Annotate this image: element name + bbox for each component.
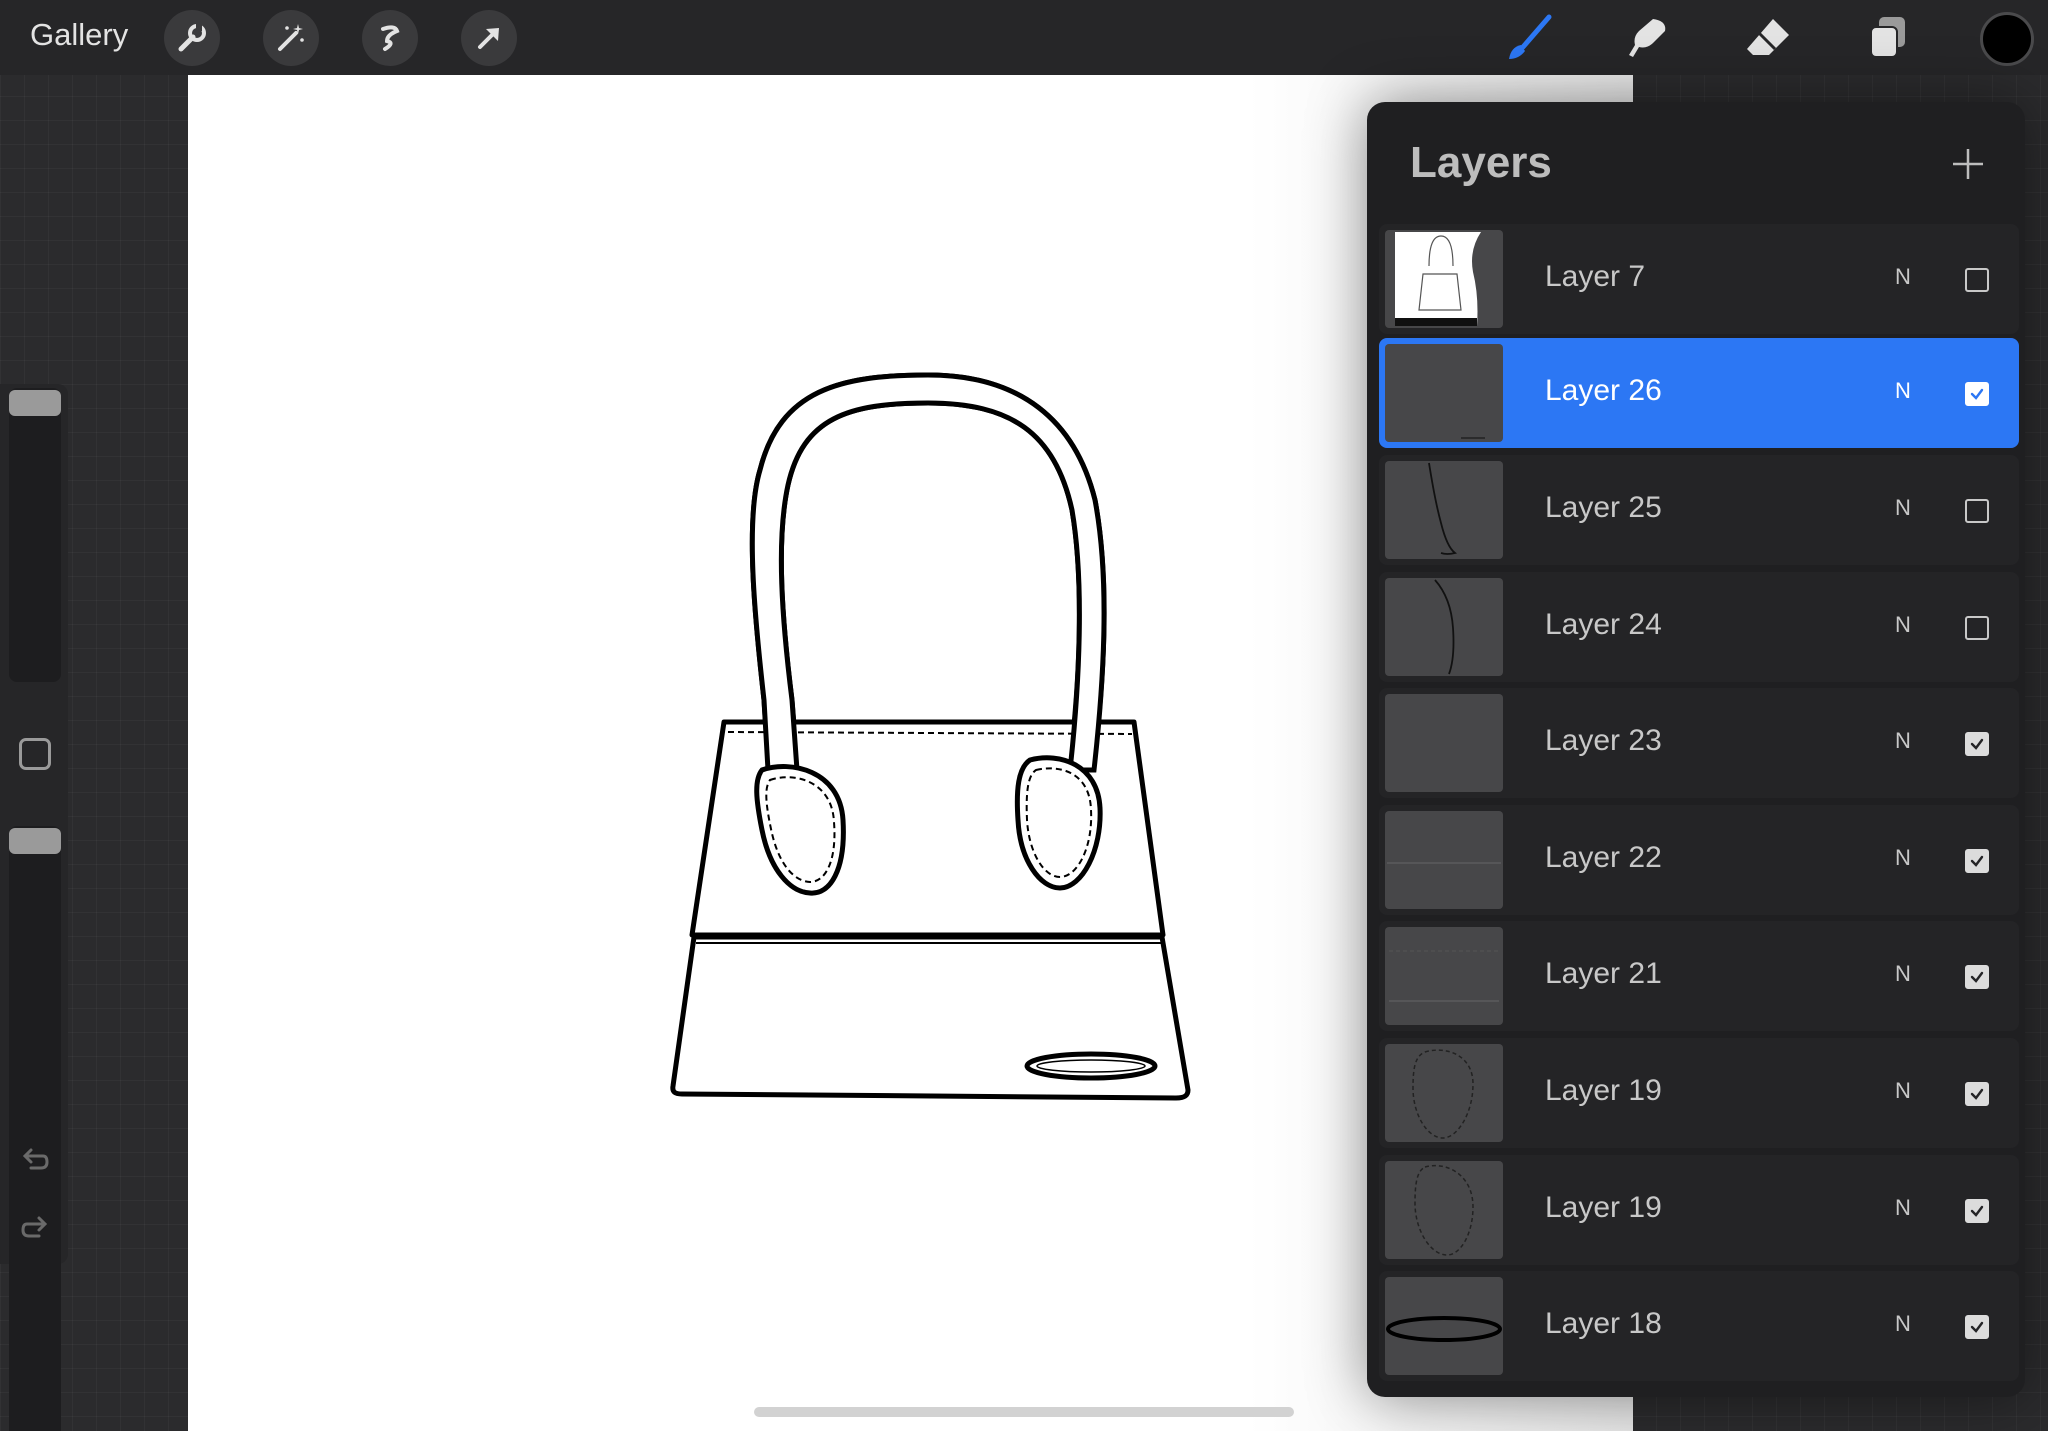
brush-size-handle[interactable] [9,390,61,416]
layer-row[interactable]: Layer 21 N [1379,921,2019,1031]
undo-icon[interactable] [19,1144,51,1176]
smudge-icon[interactable] [1620,10,1676,66]
layer-thumbnail [1385,230,1503,328]
layer-name: Layer 19 [1545,1191,1662,1224]
top-toolbar: Gallery [0,0,2048,75]
layer-row[interactable]: Layer 18 N [1379,1271,2019,1381]
layer-name: Layer 23 [1545,724,1662,757]
layer-thumbnail [1385,927,1503,1025]
layer-visibility-checkbox[interactable] [1965,732,1989,756]
layer-visibility-checkbox[interactable] [1965,1199,1989,1223]
layer-name: Layer 25 [1545,491,1662,524]
layer-thumbnail [1385,1277,1503,1375]
layer-name: Layer 22 [1545,841,1662,874]
gallery-button[interactable]: Gallery [30,17,128,53]
wrench-icon[interactable] [164,10,220,66]
layer-visibility-checkbox[interactable] [1965,616,1989,640]
blend-mode-button[interactable]: N [1895,961,1911,987]
layer-thumbnail [1385,461,1503,559]
layer-row[interactable]: Layer 25 N [1379,455,2019,565]
layer-thumbnail [1385,1161,1503,1259]
add-layer-button[interactable] [1942,138,1994,190]
eraser-icon[interactable] [1740,10,1796,66]
layer-visibility-checkbox[interactable] [1965,499,1989,523]
layer-thumbnail [1385,578,1503,676]
layer-thumbnail [1385,811,1503,909]
layers-icon[interactable] [1860,10,1916,66]
layer-thumbnail [1385,344,1503,442]
color-picker-button[interactable] [1980,12,2034,66]
layer-visibility-checkbox[interactable] [1965,965,1989,989]
brush-icon[interactable] [1500,10,1556,66]
layer-name: Layer 18 [1545,1307,1662,1340]
layer-row[interactable]: Layer 22 N [1379,805,2019,915]
layer-visibility-checkbox[interactable] [1965,382,1989,406]
modify-button[interactable] [19,738,51,770]
layer-name: Layer 21 [1545,957,1662,990]
blend-mode-button[interactable]: N [1895,264,1911,290]
brush-size-slider[interactable] [9,388,61,682]
layer-row[interactable]: Layer 19 N [1379,1155,2019,1265]
layer-row[interactable]: Layer 7 N [1379,224,2019,334]
blend-mode-button[interactable]: N [1895,612,1911,638]
opacity-handle[interactable] [9,828,61,854]
opacity-slider[interactable] [9,826,61,1431]
blend-mode-button[interactable]: N [1895,1311,1911,1337]
layer-thumbnail [1385,694,1503,792]
layer-row[interactable]: Layer 23 N [1379,688,2019,798]
layer-visibility-checkbox[interactable] [1965,1315,1989,1339]
layers-panel: Layers Layer 7 N Layer 26 N Layer 25 N L… [1367,102,2025,1397]
checkmark-icon [1970,738,1984,750]
layer-row[interactable]: Layer 19 N [1379,1038,2019,1148]
checkmark-icon [1970,971,1984,983]
left-sidebar [0,384,68,1431]
blend-mode-button[interactable]: N [1895,378,1911,404]
layer-visibility-checkbox[interactable] [1965,849,1989,873]
home-indicator [754,1407,1294,1417]
transform-arrow-icon[interactable] [461,10,517,66]
checkmark-icon [1970,1321,1984,1333]
blend-mode-button[interactable]: N [1895,1078,1911,1104]
layer-name: Layer 7 [1545,260,1646,293]
checkmark-icon [1970,855,1984,867]
checkmark-icon [1970,1205,1984,1217]
layer-row-selected[interactable]: Layer 26 N [1379,338,2019,448]
blend-mode-button[interactable]: N [1895,728,1911,754]
layer-name: Layer 26 [1545,374,1662,407]
redo-icon[interactable] [19,1212,51,1244]
blend-mode-button[interactable]: N [1895,845,1911,871]
layer-row[interactable]: Layer 24 N [1379,572,2019,682]
layers-panel-title: Layers [1410,138,1552,187]
selection-icon[interactable] [362,10,418,66]
layer-name: Layer 24 [1545,608,1662,641]
layer-name: Layer 19 [1545,1074,1662,1107]
checkmark-icon [1970,1088,1984,1100]
layer-thumbnail [1385,1044,1503,1142]
checkmark-icon [1970,388,1984,400]
layer-visibility-checkbox[interactable] [1965,1082,1989,1106]
layer-visibility-checkbox[interactable] [1965,268,1989,292]
blend-mode-button[interactable]: N [1895,495,1911,521]
plus-icon [1953,149,1983,179]
blend-mode-button[interactable]: N [1895,1195,1911,1221]
magic-wand-icon[interactable] [263,10,319,66]
